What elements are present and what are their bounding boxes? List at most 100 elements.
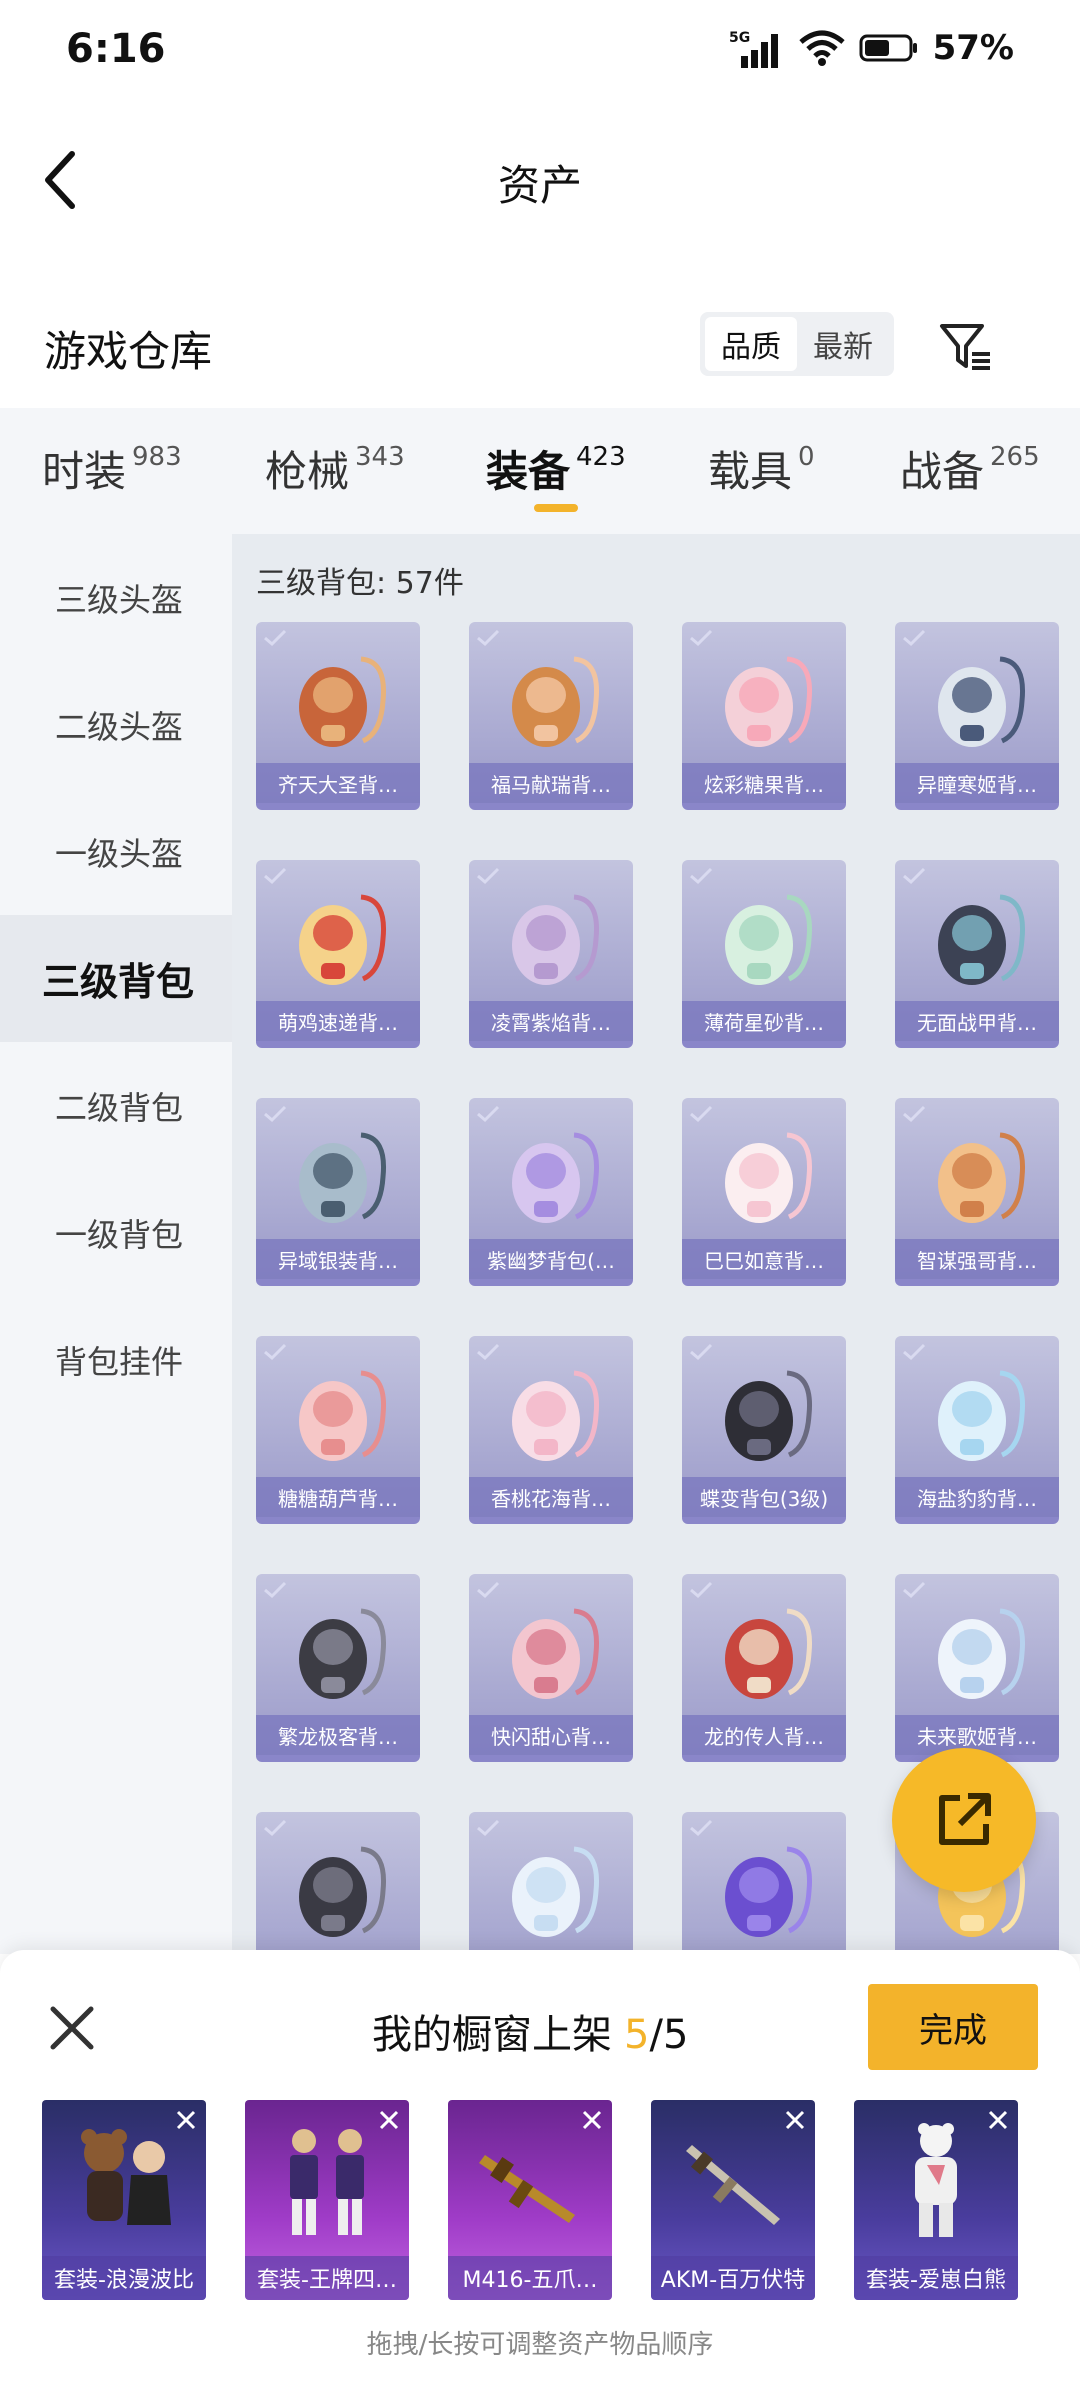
backpack-item-card[interactable]: 薄荷星砂背… [682,860,846,1048]
backpack-image [895,1592,1059,1712]
backpack-item-card[interactable]: 紫幽梦背包(… [469,1098,633,1286]
showcase-item-name: M416-五爪… [448,2256,612,2300]
backpack-item-card[interactable]: 未来歌姬背… [895,1574,1059,1762]
filter-button[interactable] [934,314,998,378]
tab-fashion[interactable]: 时装 983 [42,438,182,508]
sidebar-item-level3-helmet[interactable]: 三级头盔 [0,534,232,661]
app-header: 资产 [0,130,1080,230]
section-row: 游戏仓库 品质 最新 [0,290,1080,400]
tab-label: 时装 [42,447,127,496]
tab-gear[interactable]: 战备 265 [900,438,1040,508]
remove-item-icon[interactable] [984,2106,1012,2134]
share-external-icon [939,1793,991,1845]
remove-item-icon[interactable] [578,2106,606,2134]
backpack-image [895,1354,1059,1474]
tab-label: 战备 [900,447,985,496]
tab-count: 983 [132,442,182,472]
backpack-item-card[interactable]: 萌鸡速递背… [256,860,420,1048]
remove-item-icon[interactable] [781,2106,809,2134]
sidebar-item-level2-helmet[interactable]: 二级头盔 [0,661,232,788]
backpack-image [895,640,1059,760]
backpack-item-card[interactable]: 快闪甜心背… [469,1574,633,1762]
sort-newest-option[interactable]: 最新 [797,317,889,371]
backpack-item-card[interactable]: 香桃花海背… [469,1336,633,1524]
backpack-item-card[interactable]: 异瞳寒姬背… [895,622,1059,810]
sidebar-item-level1-backpack[interactable]: 一级背包 [0,1169,232,1296]
backpack-item-card[interactable]: 炫彩糖果背… [682,622,846,810]
backpack-item-name: 紫幽梦背包(… [469,1239,633,1279]
signal-icon: 5G [729,28,785,68]
showcase-title: 我的橱窗上架 5 / 5 [372,2002,688,2060]
remove-item-icon[interactable] [375,2106,403,2134]
showcase-item[interactable]: 套装-爱崽白熊 [854,2100,1018,2300]
share-fab-button[interactable] [892,1748,1036,1892]
backpack-item-card[interactable]: 龙的传人背… [682,1574,846,1762]
backpack-item-name: 蝶变背包(3级) [682,1477,846,1517]
sidebar-item-level1-helmet[interactable]: 一级头盔 [0,788,232,915]
backpack-item-name: 萌鸡速递背… [256,1001,420,1041]
backpack-item-card[interactable]: 福马献瑞背… [469,622,633,810]
backpack-item-card[interactable]: 齐天大圣背… [256,622,420,810]
backpack-item-name: 智谋强哥背… [895,1239,1059,1279]
backpack-item-name: 凌霄紫焰背… [469,1001,633,1041]
tab-vehicles[interactable]: 载具 0 [708,438,815,508]
backpack-item-card[interactable]: 糖糖葫芦背… [256,1336,420,1524]
backpack-item-card[interactable]: 无面战甲背… [895,860,1059,1048]
backpack-item-card[interactable]: 蝶变背包(3级) [682,1336,846,1524]
backpack-image [469,1116,633,1236]
tab-label: 载具 [708,447,793,496]
tab-equipment[interactable]: 装备 423 [486,438,626,508]
done-button[interactable]: 完成 [868,1984,1038,2070]
showcase-sheet: 我的橱窗上架 5 / 5 完成 套装-浪漫波比 套装-王牌四… M416-五爪…… [0,1950,1080,2401]
backpack-item-name: 快闪甜心背… [469,1715,633,1755]
backpack-item-card[interactable] [469,1812,633,1954]
tab-label: 枪械 [265,447,350,496]
backpack-item-card[interactable]: 异域银装背… [256,1098,420,1286]
backpack-image [682,1592,846,1712]
backpack-image [682,1830,846,1950]
backpack-item-card[interactable]: 繁龙极客背… [256,1574,420,1762]
showcase-item-name: 套装-爱崽白熊 [854,2256,1018,2300]
sort-quality-option[interactable]: 品质 [705,317,797,371]
backpack-item-card[interactable] [256,1812,420,1954]
backpack-item-name: 薄荷星砂背… [682,1001,846,1041]
backpack-item-card[interactable]: 智谋强哥背… [895,1098,1059,1286]
backpack-item-name: 龙的传人背… [682,1715,846,1755]
tab-count: 423 [576,442,626,472]
showcase-item[interactable]: M416-五爪… [448,2100,612,2300]
backpack-item-card[interactable]: 凌霄紫焰背… [469,860,633,1048]
backpack-item-name: 福马献瑞背… [469,763,633,803]
battery-icon [859,33,919,63]
items-count-heading: 三级背包: 57件 [256,566,464,601]
backpack-image [682,1354,846,1474]
page-title: 资产 [497,161,582,210]
backpack-item-name: 巳巳如意背… [682,1239,846,1279]
backpack-image [682,1116,846,1236]
status-icons: 5G 57% [729,28,1014,68]
showcase-item[interactable]: 套装-浪漫波比 [42,2100,206,2300]
showcase-item-name: AKM-百万伏特 [651,2256,815,2300]
sidebar-item-level2-backpack[interactable]: 二级背包 [0,1042,232,1169]
backpack-item-name: 糖糖葫芦背… [256,1477,420,1517]
showcase-item-name: 套装-浪漫波比 [42,2256,206,2300]
tab-count: 265 [990,442,1040,472]
sheet-close-button[interactable] [44,2000,100,2056]
backpack-image [256,1830,420,1950]
tab-guns[interactable]: 枪械 343 [265,438,405,508]
sidebar-item-backpack-charm[interactable]: 背包挂件 [0,1296,232,1423]
showcase-item[interactable]: AKM-百万伏特 [651,2100,815,2300]
wifi-icon [798,30,845,66]
close-icon [50,2006,94,2050]
network-type-label: 5G [729,30,750,46]
backpack-image [895,1116,1059,1236]
showcase-item[interactable]: 套装-王牌四… [245,2100,409,2300]
sidebar-item-level3-backpack[interactable]: 三级背包 [0,915,232,1042]
backpack-item-card[interactable]: 巳巳如意背… [682,1098,846,1286]
showcase-item-name: 套装-王牌四… [245,2256,409,2300]
status-time: 6:16 [66,26,166,72]
backpack-image [469,1830,633,1950]
backpack-item-card[interactable]: 海盐豹豹背… [895,1336,1059,1524]
remove-item-icon[interactable] [172,2106,200,2134]
backpack-image [256,878,420,998]
backpack-item-card[interactable] [682,1812,846,1954]
